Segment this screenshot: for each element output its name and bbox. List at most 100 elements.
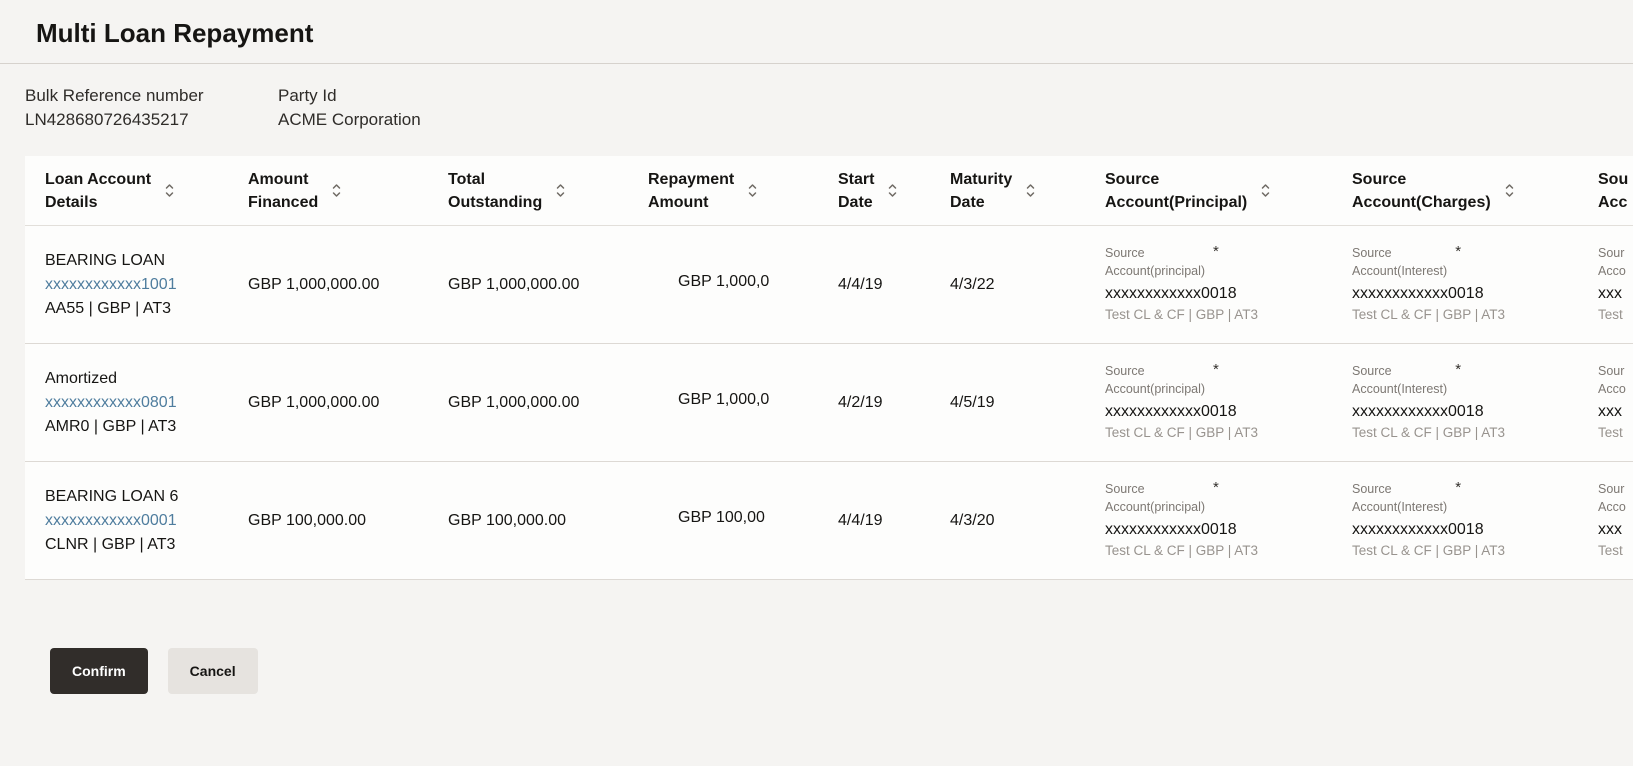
source-third-value[interactable]: xxx <box>1598 518 1633 541</box>
amount-financed-cell: GBP 1,000,000.00 <box>248 276 448 294</box>
table-header-row: Loan Account Details Amount Financed Tot… <box>25 156 1633 226</box>
column-header-label: Source Account(Charges) <box>1352 168 1491 214</box>
start-date-value: 4/4/19 <box>838 512 882 529</box>
bulk-reference-label: Bulk Reference number <box>25 84 278 108</box>
source-account-charges-cell[interactable]: Source Account(Interest) * xxxxxxxxxxxx0… <box>1352 480 1598 561</box>
source-charges-label: Source Account(Interest) <box>1352 480 1447 516</box>
source-principal-label: Source Account(principal) <box>1105 362 1205 398</box>
source-account-principal-cell[interactable]: Source Account(principal) * xxxxxxxxxxxx… <box>1105 244 1352 325</box>
bulk-reference-value: LN428680726435217 <box>25 108 278 132</box>
loan-account-link[interactable]: xxxxxxxxxxxx1001 <box>45 273 248 297</box>
source-principal-value[interactable]: xxxxxxxxxxxx0018 <box>1105 282 1352 305</box>
sort-icon[interactable] <box>1260 182 1271 199</box>
total-outstanding-cell: GBP 1,000,000.00 <box>448 276 648 294</box>
party-id-value: ACME Corporation <box>278 108 421 132</box>
loan-account-details-cell: BEARING LOAN 6 xxxxxxxxxxxx0001 CLNR | G… <box>45 485 248 557</box>
multi-loan-repayment-page: Multi Loan Repayment Bulk Reference numb… <box>0 0 1633 694</box>
repayment-amount-value[interactable]: GBP 1,000,0 <box>678 273 769 291</box>
source-principal-value[interactable]: xxxxxxxxxxxx0018 <box>1105 400 1352 423</box>
sort-icon[interactable] <box>1025 182 1036 199</box>
loan-account-details-cell: BEARING LOAN xxxxxxxxxxxx1001 AA55 | GBP… <box>45 249 248 321</box>
column-header-0[interactable]: Loan Account Details <box>45 168 248 214</box>
source-charges-meta: Test CL & CF | GBP | AT3 <box>1352 541 1598 561</box>
maturity-date-cell: 4/3/22 <box>950 276 1105 294</box>
sort-icon[interactable] <box>1504 182 1515 199</box>
loan-name: BEARING LOAN 6 <box>45 485 248 509</box>
source-third-value[interactable]: xxx <box>1598 400 1633 423</box>
source-charges-meta: Test CL & CF | GBP | AT3 <box>1352 423 1598 443</box>
source-account-charges-cell[interactable]: Source Account(Interest) * xxxxxxxxxxxx0… <box>1352 362 1598 443</box>
source-charges-value[interactable]: xxxxxxxxxxxx0018 <box>1352 282 1598 305</box>
start-date-cell: 4/2/19 <box>838 394 950 412</box>
summary-info: Bulk Reference number LN428680726435217 … <box>25 84 1633 132</box>
source-charges-value[interactable]: xxxxxxxxxxxx0018 <box>1352 518 1598 541</box>
loan-repayment-table: Loan Account Details Amount Financed Tot… <box>25 156 1633 580</box>
column-header-label: Maturity Date <box>950 168 1012 214</box>
column-header-1[interactable]: Amount Financed <box>248 168 448 214</box>
source-account-third-cell[interactable]: Sour Acco xxx Test <box>1598 362 1633 443</box>
amount-financed-cell: GBP 1,000,000.00 <box>248 394 448 412</box>
sort-icon[interactable] <box>331 182 342 199</box>
maturity-date-value: 4/5/19 <box>950 394 994 411</box>
repayment-amount-cell[interactable]: GBP 1,000,0 <box>648 391 838 414</box>
source-charges-value[interactable]: xxxxxxxxxxxx0018 <box>1352 400 1598 423</box>
required-asterisk: * <box>1455 480 1461 496</box>
maturity-date-cell: 4/3/20 <box>950 512 1105 530</box>
source-charges-label: Source Account(Interest) <box>1352 244 1447 280</box>
source-charges-meta: Test CL & CF | GBP | AT3 <box>1352 305 1598 325</box>
amount-financed-value: GBP 100,000.00 <box>248 512 366 529</box>
sort-icon[interactable] <box>164 182 175 199</box>
repayment-amount-value[interactable]: GBP 1,000,0 <box>678 391 769 409</box>
repayment-amount-cell[interactable]: GBP 100,00 <box>648 509 838 532</box>
bulk-reference-block: Bulk Reference number LN428680726435217 <box>25 84 278 132</box>
source-third-label: Sour Acco <box>1598 362 1626 398</box>
source-third-meta: Test <box>1598 423 1633 443</box>
column-header-2[interactable]: Total Outstanding <box>448 168 648 214</box>
repayment-amount-cell[interactable]: GBP 1,000,0 <box>648 273 838 296</box>
source-principal-meta: Test CL & CF | GBP | AT3 <box>1105 423 1352 443</box>
sort-icon[interactable] <box>555 182 566 199</box>
total-outstanding-value: GBP 1,000,000.00 <box>448 276 579 293</box>
source-account-principal-cell[interactable]: Source Account(principal) * xxxxxxxxxxxx… <box>1105 362 1352 443</box>
source-account-charges-cell[interactable]: Source Account(Interest) * xxxxxxxxxxxx0… <box>1352 244 1598 325</box>
loan-meta: CLNR | GBP | AT3 <box>45 533 248 557</box>
table-body: BEARING LOAN xxxxxxxxxxxx1001 AA55 | GBP… <box>25 226 1633 580</box>
column-header-8[interactable]: Sou Acc <box>1598 168 1633 214</box>
source-third-value[interactable]: xxx <box>1598 282 1633 305</box>
source-account-principal-cell[interactable]: Source Account(principal) * xxxxxxxxxxxx… <box>1105 480 1352 561</box>
column-header-label: Start Date <box>838 168 874 214</box>
confirm-button[interactable]: Confirm <box>50 648 148 694</box>
column-header-label: Total Outstanding <box>448 168 542 214</box>
repayment-amount-value[interactable]: GBP 100,00 <box>678 509 765 527</box>
page-content: Bulk Reference number LN428680726435217 … <box>0 84 1633 694</box>
start-date-cell: 4/4/19 <box>838 276 950 294</box>
source-principal-value[interactable]: xxxxxxxxxxxx0018 <box>1105 518 1352 541</box>
sort-icon[interactable] <box>887 182 898 199</box>
column-header-label: Amount Financed <box>248 168 318 214</box>
loan-account-link[interactable]: xxxxxxxxxxxx0001 <box>45 509 248 533</box>
column-header-4[interactable]: Start Date <box>838 168 950 214</box>
source-principal-meta: Test CL & CF | GBP | AT3 <box>1105 541 1352 561</box>
column-header-6[interactable]: Source Account(Principal) <box>1105 168 1352 214</box>
loan-account-link[interactable]: xxxxxxxxxxxx0801 <box>45 391 248 415</box>
amount-financed-cell: GBP 100,000.00 <box>248 512 448 530</box>
column-header-7[interactable]: Source Account(Charges) <box>1352 168 1598 214</box>
total-outstanding-cell: GBP 1,000,000.00 <box>448 394 648 412</box>
column-header-3[interactable]: Repayment Amount <box>648 168 838 214</box>
start-date-cell: 4/4/19 <box>838 512 950 530</box>
source-account-third-cell[interactable]: Sour Acco xxx Test <box>1598 244 1633 325</box>
loan-name: BEARING LOAN <box>45 249 248 273</box>
party-id-block: Party Id ACME Corporation <box>278 84 421 132</box>
table-row-0: BEARING LOAN xxxxxxxxxxxx1001 AA55 | GBP… <box>25 226 1633 344</box>
column-header-5[interactable]: Maturity Date <box>950 168 1105 214</box>
page-header: Multi Loan Repayment <box>0 0 1633 64</box>
source-third-meta: Test <box>1598 541 1633 561</box>
source-account-third-cell[interactable]: Sour Acco xxx Test <box>1598 480 1633 561</box>
total-outstanding-cell: GBP 100,000.00 <box>448 512 648 530</box>
source-principal-label: Source Account(principal) <box>1105 480 1205 516</box>
cancel-button[interactable]: Cancel <box>168 648 258 694</box>
sort-icon[interactable] <box>747 182 758 199</box>
table-row-2: BEARING LOAN 6 xxxxxxxxxxxx0001 CLNR | G… <box>25 462 1633 580</box>
required-asterisk: * <box>1213 362 1219 378</box>
total-outstanding-value: GBP 100,000.00 <box>448 512 566 529</box>
